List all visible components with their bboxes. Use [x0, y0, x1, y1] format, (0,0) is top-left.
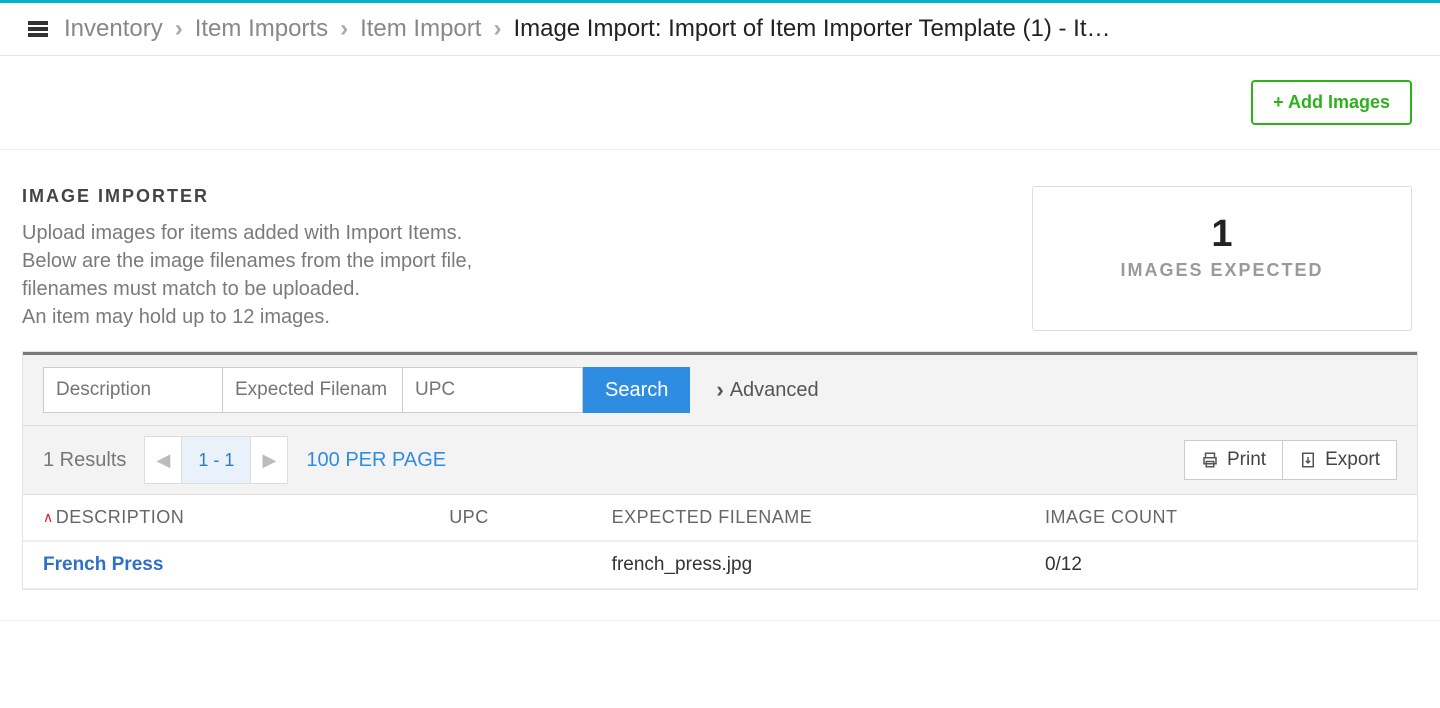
advanced-search-button[interactable]: › Advanced	[698, 377, 836, 403]
upc-input[interactable]	[403, 367, 583, 413]
breadcrumb-current: Image Import: Import of Item Importer Te…	[513, 15, 1110, 43]
col-expected-filename[interactable]: EXPECTED FILENAME	[612, 507, 1045, 528]
col-description-label: DESCRIPTION	[56, 507, 185, 528]
export-label: Export	[1325, 449, 1380, 471]
results-bar: 1 Results ◀ 1 - 1 ▶ 100 PER PAGE Print E…	[23, 426, 1417, 495]
chevron-right-icon: ›	[175, 15, 183, 43]
action-bar: + Add Images	[0, 56, 1440, 150]
images-expected-label: IMAGES EXPECTED	[1093, 260, 1351, 281]
col-image-count[interactable]: IMAGE COUNT	[1045, 507, 1397, 528]
chevron-right-icon: ›	[716, 377, 723, 403]
col-upc[interactable]: UPC	[449, 507, 611, 528]
pager-next-button[interactable]: ▶	[251, 437, 287, 483]
per-page-selector[interactable]: 100 PER PAGE	[306, 449, 446, 472]
footer-separator	[0, 620, 1440, 621]
breadcrumb-link-inventory[interactable]: Inventory	[64, 15, 163, 43]
row-upc	[449, 554, 611, 576]
breadcrumb-link-item-imports[interactable]: Item Imports	[195, 15, 328, 43]
images-expected-count: 1	[1093, 213, 1351, 256]
help-text: Upload images for items added with Impor…	[22, 219, 992, 331]
chevron-right-icon: ›	[340, 15, 348, 43]
breadcrumb-bar: Inventory › Item Imports › Item Import ›…	[0, 3, 1440, 56]
print-button[interactable]: Print	[1184, 440, 1282, 480]
breadcrumb-link-item-import[interactable]: Item Import	[360, 15, 481, 43]
chevron-right-icon: ›	[493, 15, 501, 43]
advanced-label: Advanced	[730, 379, 819, 402]
pager-prev-button[interactable]: ◀	[145, 437, 181, 483]
export-icon	[1299, 451, 1317, 469]
help-line-1: Upload images for items added with Impor…	[22, 222, 462, 244]
inventory-icon	[28, 21, 48, 37]
section-title: IMAGE IMPORTER	[22, 186, 992, 207]
help-line-2: Below are the image filenames from the i…	[22, 250, 472, 272]
add-images-button[interactable]: + Add Images	[1251, 80, 1412, 125]
export-button[interactable]: Export	[1282, 440, 1397, 480]
row-expected-filename: french_press.jpg	[612, 554, 1045, 576]
row-description-link[interactable]: French Press	[43, 554, 449, 576]
images-expected-box: 1 IMAGES EXPECTED	[1032, 186, 1412, 331]
print-label: Print	[1227, 449, 1266, 471]
description-input[interactable]	[43, 367, 223, 413]
table-row: French Press french_press.jpg 0/12	[23, 542, 1417, 589]
search-button[interactable]: Search	[583, 367, 690, 413]
expected-filename-input[interactable]	[223, 367, 403, 413]
content-area: IMAGE IMPORTER Upload images for items a…	[0, 150, 1440, 351]
search-bar: Search › Advanced	[23, 355, 1417, 426]
sort-asc-icon: ∧	[43, 509, 54, 526]
pager: ◀ 1 - 1 ▶	[144, 436, 288, 484]
help-line-4: An item may hold up to 12 images.	[22, 306, 330, 328]
image-table: Search › Advanced 1 Results ◀ 1 - 1 ▶ 10…	[22, 351, 1418, 590]
help-line-3: filenames must match to be uploaded.	[22, 278, 360, 300]
col-description[interactable]: ∧ DESCRIPTION	[43, 507, 449, 528]
row-image-count: 0/12	[1045, 554, 1397, 576]
table-header-row: ∧ DESCRIPTION UPC EXPECTED FILENAME IMAG…	[23, 495, 1417, 542]
pager-range: 1 - 1	[181, 437, 251, 483]
breadcrumb: Inventory › Item Imports › Item Import ›…	[64, 15, 1111, 43]
results-count: 1 Results	[43, 449, 126, 472]
print-icon	[1201, 451, 1219, 469]
